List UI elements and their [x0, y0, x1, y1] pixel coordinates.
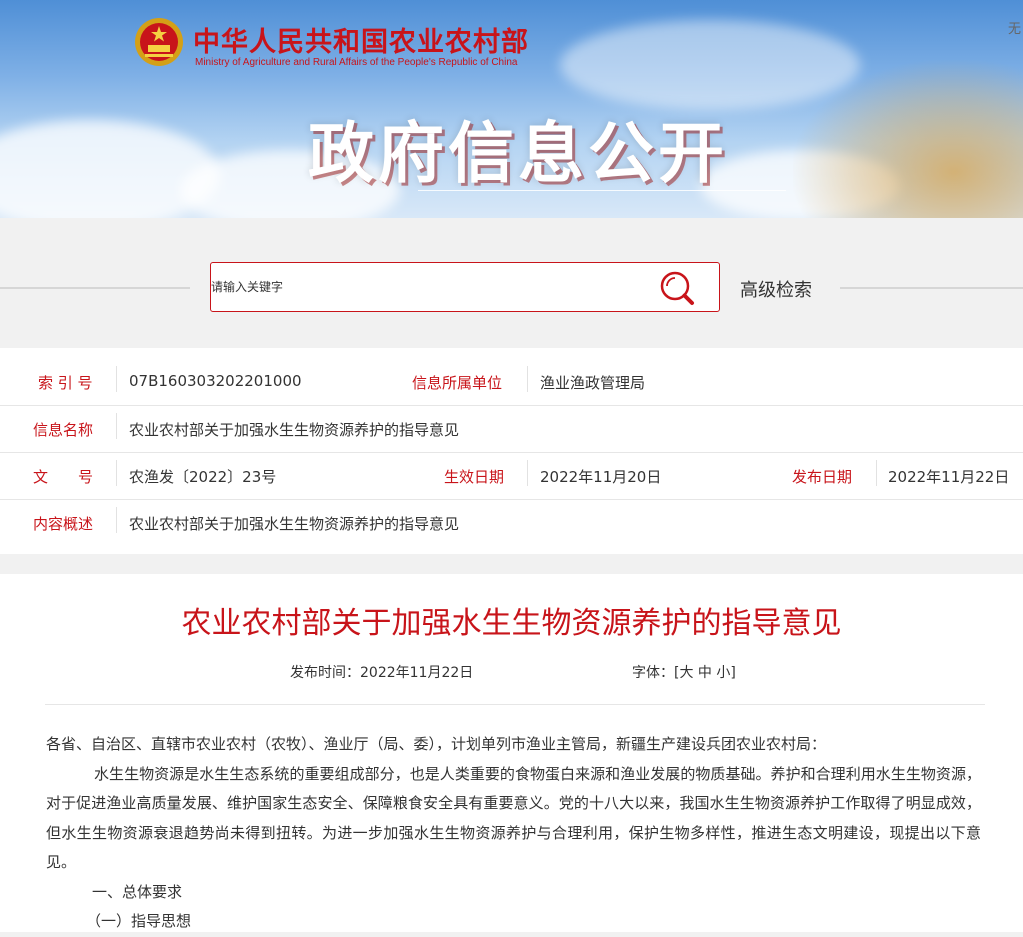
meta-row: 信息名称 农业农村部关于加强水生生物资源养护的指导意见: [0, 405, 1023, 453]
document-number-label: 文 号: [33, 468, 94, 486]
summary-label: 内容概述: [33, 515, 94, 533]
summary-value: 农业农村部关于加强水生生物资源养护的指导意见: [129, 515, 460, 533]
publish-date-value: 2022年11月22日: [888, 468, 1010, 486]
department-value: 渔业渔政管理局: [540, 374, 646, 392]
info-name-label: 信息名称: [33, 421, 94, 439]
font-bracket-close: ]: [730, 665, 736, 681]
banner-title: 政府信息公开: [308, 115, 728, 192]
publish-time: 发布时间：2022年11月22日: [290, 665, 474, 681]
publish-date-label: 发布日期: [792, 468, 853, 486]
document-number-value: 农渔发〔2022〕23号: [129, 468, 277, 486]
column-separator: [116, 460, 117, 486]
article-body: 各省、自治区、直辖市农业农村（农牧）、渔业厅（局、委），计划单列市渔业主管局，新…: [46, 730, 981, 937]
index-number-label: 索 引 号: [38, 374, 93, 392]
font-small-button[interactable]: 小: [716, 665, 730, 681]
ministry-name-en: Ministry of Agriculture and Rural Affair…: [195, 57, 518, 68]
effective-date-label: 生效日期: [444, 468, 505, 486]
divider-line: [0, 287, 190, 289]
column-separator: [527, 460, 528, 486]
top-corner-link[interactable]: 无: [1008, 18, 1021, 37]
article-divider: [45, 704, 985, 705]
body-paragraph: 水生生物资源是水生生态系统的重要组成部分，也是人类重要的食物蛋白来源和渔业发展的…: [46, 764, 981, 872]
info-name-value: 农业农村部关于加强水生生物资源养护的指导意见: [129, 421, 460, 439]
search-section: 高级检索: [0, 218, 1023, 348]
font-medium-button[interactable]: 中: [698, 665, 712, 681]
index-number-value: 07B160303202201000: [129, 372, 302, 390]
document-metadata-table: 索 引 号 07B160303202201000 信息所属单位 渔业渔政管理局 …: [0, 348, 1023, 554]
article-title: 农业农村部关于加强水生生物资源养护的指导意见: [181, 606, 842, 641]
meta-row: 文 号 农渔发〔2022〕23号 生效日期 2022年11月20日 发布日期 2…: [0, 452, 1023, 500]
meta-row: 内容概述 农业农村部关于加强水生生物资源养护的指导意见: [0, 499, 1023, 546]
font-large-button[interactable]: 大: [679, 665, 693, 681]
banner-divider: [418, 190, 786, 191]
divider-line: [840, 287, 1023, 289]
meta-row: 索 引 号 07B160303202201000 信息所属单位 渔业渔政管理局: [0, 358, 1023, 406]
font-size-switcher: 字体：[大 中 小]: [632, 662, 736, 682]
advanced-search-link[interactable]: 高级检索: [740, 276, 812, 302]
section-heading: 一、总体要求: [92, 882, 183, 901]
wheat-decoration: [793, 60, 1023, 218]
effective-date-value: 2022年11月20日: [540, 468, 662, 486]
ministry-name-cn[interactable]: 中华人民共和国农业农村部: [193, 20, 529, 59]
search-box: [210, 262, 720, 312]
department-label: 信息所属单位: [412, 374, 503, 392]
column-separator: [116, 413, 117, 439]
header-banner: 中华人民共和国农业农村部 Ministry of Agriculture and…: [0, 0, 1023, 218]
column-separator: [116, 507, 117, 533]
salutation-paragraph: 各省、自治区、直辖市农业农村（农牧）、渔业厅（局、委），计划单列市渔业主管局，新…: [46, 735, 827, 753]
national-emblem-icon: [135, 18, 183, 66]
column-separator: [527, 366, 528, 392]
font-size-label: 字体：: [632, 665, 674, 681]
column-separator: [876, 460, 877, 486]
subsection-heading: （一）指导思想: [86, 912, 192, 930]
search-input[interactable]: [211, 277, 651, 297]
search-icon[interactable]: [659, 270, 697, 308]
article-content: 农业农村部关于加强水生生物资源养护的指导意见 发布时间：2022年11月22日 …: [0, 574, 1023, 932]
column-separator: [116, 366, 117, 392]
